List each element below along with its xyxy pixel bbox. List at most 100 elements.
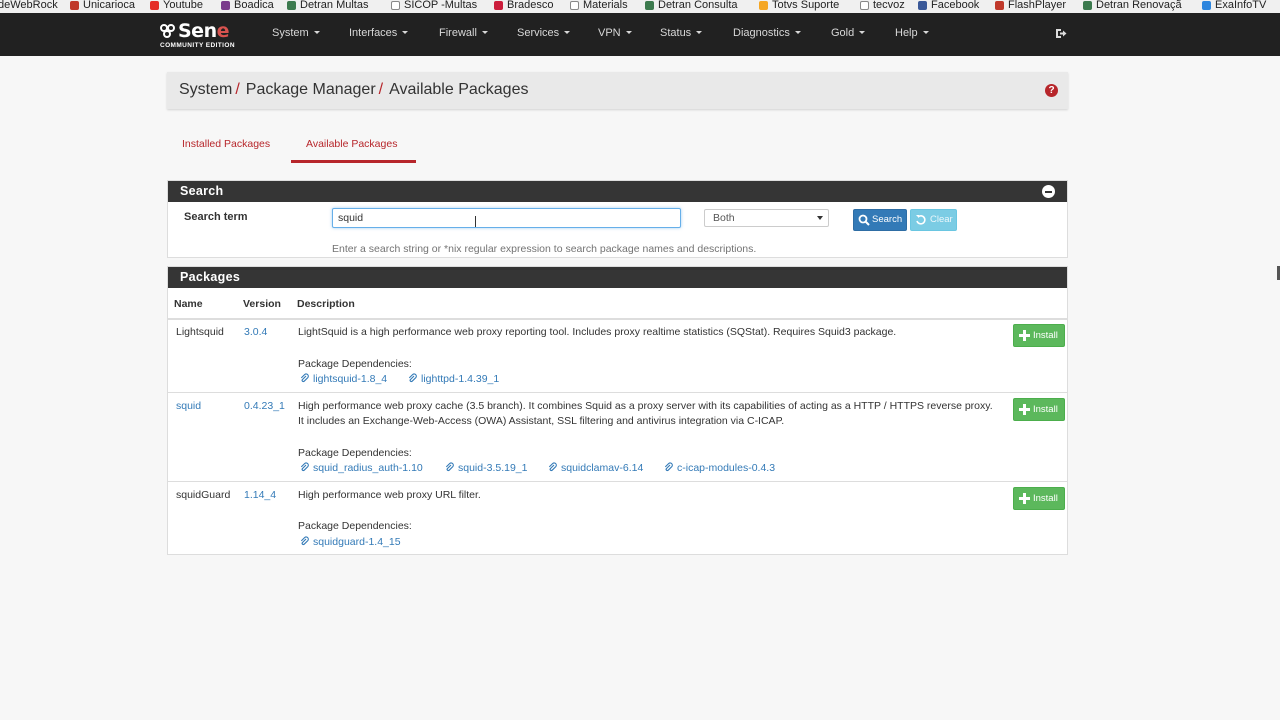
- package-name: Lightsquid: [176, 326, 224, 338]
- nav-help[interactable]: Help: [895, 27, 929, 39]
- collapse-icon[interactable]: [1042, 185, 1055, 198]
- dependency-link[interactable]: lighttpd-1.4.39_1: [408, 373, 499, 385]
- bookmark-item[interactable]: Bradesco: [494, 0, 553, 12]
- chevron-down-icon: [817, 216, 823, 220]
- nav-gold[interactable]: Gold: [831, 27, 866, 39]
- bookmark-item[interactable]: SICOP -Multas: [391, 0, 477, 12]
- clear-button[interactable]: Clear: [910, 209, 957, 231]
- package-description: LightSquid is a high performance web pro…: [298, 326, 897, 338]
- install-button[interactable]: Install: [1013, 324, 1065, 347]
- paperclip-icon: [300, 536, 309, 546]
- bookmark-item[interactable]: Detran Multas: [287, 0, 368, 12]
- paperclip-icon: [548, 462, 557, 472]
- bookmark-label: Totvs Suporte: [772, 0, 840, 11]
- dependency-link[interactable]: squid-3.5.19_1: [445, 462, 527, 474]
- bookmark-item[interactable]: Totvs Suporte: [759, 0, 839, 12]
- bookmark-label: Materials: [583, 0, 628, 11]
- bookmark-icon: [221, 0, 230, 10]
- bookmark-label: Detran Renovaçã: [1096, 0, 1182, 11]
- text-cursor: [475, 216, 476, 227]
- tab-available-packages[interactable]: Available Packages: [306, 138, 397, 150]
- bookmark-item[interactable]: Unicarioca: [70, 0, 135, 12]
- help-icon[interactable]: ?: [1045, 84, 1058, 97]
- nav-interfaces[interactable]: Interfaces: [349, 27, 409, 39]
- install-button[interactable]: Install: [1013, 487, 1065, 510]
- column-header-version[interactable]: Version: [243, 298, 281, 310]
- breadcrumb-system[interactable]: System: [179, 81, 232, 98]
- facebook-icon: [918, 0, 927, 10]
- nav-diagnostics[interactable]: Diagnostics: [733, 27, 801, 39]
- bookmark-item[interactable]: Materials: [570, 0, 628, 12]
- nav-firewall[interactable]: Firewall: [439, 27, 488, 39]
- logout-icon[interactable]: [1055, 28, 1067, 39]
- dependency-link[interactable]: c-icap-modules-0.4.3: [664, 462, 775, 474]
- pfsense-logo[interactable]: Sene COMMUNITY EDITION: [158, 20, 248, 51]
- package-version-link[interactable]: 1.14_4: [244, 489, 276, 501]
- nav-status[interactable]: Status: [660, 27, 703, 39]
- install-button[interactable]: Install: [1013, 398, 1065, 421]
- bookmark-label: Detran Multas: [300, 0, 369, 11]
- nav-services[interactable]: Services: [517, 27, 571, 39]
- nav-vpn[interactable]: VPN: [598, 27, 632, 39]
- undo-icon: [916, 215, 926, 225]
- page-icon: [570, 0, 579, 10]
- bookmark-item[interactable]: deWebRock: [0, 0, 58, 12]
- dependency-link[interactable]: lightsquid-1.8_4: [300, 373, 387, 385]
- bookmark-label: ExaInfoTV: [1215, 0, 1267, 11]
- logo-icon: [160, 24, 176, 40]
- logo-subtitle: COMMUNITY EDITION: [160, 42, 235, 49]
- bookmark-item[interactable]: Boadica: [221, 0, 274, 12]
- row-divider: [168, 481, 1067, 482]
- paperclip-icon: [300, 373, 309, 383]
- packages-panel-header: Packages: [168, 267, 1067, 288]
- bookmark-label: Unicarioca: [83, 0, 135, 11]
- bookmark-item[interactable]: Youtube: [150, 0, 203, 12]
- bookmark-label: SICOP -Multas: [404, 0, 478, 11]
- package-version-link[interactable]: 3.0.4: [244, 326, 267, 338]
- search-button[interactable]: Search: [853, 209, 907, 231]
- package-name-link[interactable]: squid: [176, 400, 201, 412]
- bookmark-item[interactable]: ExaInfoTV: [1202, 0, 1266, 12]
- row-divider: [168, 392, 1067, 393]
- search-scope-value: Both: [713, 212, 735, 224]
- bookmark-item[interactable]: Detran Renovaçã: [1083, 0, 1182, 12]
- dependency-link[interactable]: squidguard-1.4_15: [300, 536, 401, 548]
- column-header-name[interactable]: Name: [174, 298, 203, 310]
- caret-down-icon: [696, 31, 703, 34]
- logo-word: Sene: [178, 20, 230, 42]
- search-panel: Search Search term squid Both Search Cle…: [167, 180, 1068, 258]
- dependency-link[interactable]: squid_radius_auth-1.10: [300, 462, 423, 474]
- search-button-label: Search: [872, 214, 903, 225]
- bookmark-item[interactable]: FlashPlayer: [995, 0, 1066, 12]
- breadcrumb-available-packages: Available Packages: [389, 81, 529, 98]
- bookmark-icon: [287, 0, 296, 10]
- bookmark-label: Youtube: [163, 0, 203, 11]
- flash-icon: [995, 0, 1004, 10]
- bookmark-item[interactable]: Facebook: [918, 0, 979, 12]
- search-panel-title: Search: [180, 184, 224, 198]
- search-scope-select[interactable]: Both: [704, 209, 829, 227]
- table-header-divider: [168, 318, 1067, 320]
- bookmark-item[interactable]: tecvoz: [860, 0, 905, 12]
- dependency-link[interactable]: squidclamav-6.14: [548, 462, 643, 474]
- column-header-description[interactable]: Description: [297, 298, 355, 310]
- breadcrumb-package-manager[interactable]: Package Manager: [246, 81, 376, 98]
- bookmark-icon: [1083, 0, 1092, 10]
- bookmark-label: Facebook: [931, 0, 980, 11]
- bookmark-label: Bradesco: [507, 0, 554, 11]
- nav-system[interactable]: System: [272, 27, 320, 39]
- search-input[interactable]: squid: [332, 208, 681, 228]
- paperclip-icon: [408, 373, 417, 383]
- bookmark-label: deWebRock: [0, 0, 58, 11]
- search-term-label: Search term: [184, 211, 248, 223]
- bookmark-item[interactable]: Detran Consulta: [645, 0, 738, 12]
- bookmark-icon: [1202, 0, 1211, 10]
- caret-down-icon: [402, 31, 409, 34]
- bookmarks-bar: deWebRock Unicarioca Youtube Boadica Det…: [0, 0, 1280, 13]
- package-version-link[interactable]: 0.4.23_1: [244, 400, 285, 412]
- caret-down-icon: [625, 31, 632, 34]
- clear-button-label: Clear: [930, 214, 953, 225]
- page-icon: [860, 0, 869, 10]
- plus-icon: [1019, 404, 1030, 415]
- tab-installed-packages[interactable]: Installed Packages: [182, 138, 270, 150]
